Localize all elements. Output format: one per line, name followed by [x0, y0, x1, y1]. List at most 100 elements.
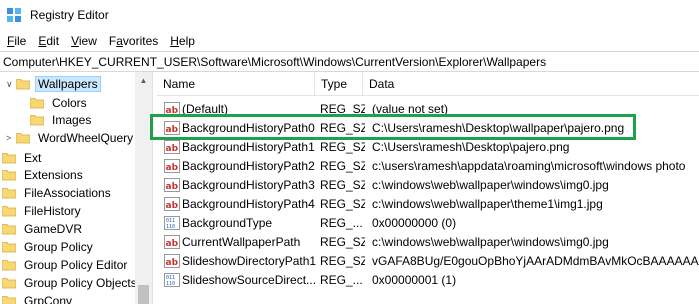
value-name: BackgroundHistoryPath3	[182, 178, 315, 192]
table-row[interactable]: 011 110 BackgroundType REG_... 0x00000000 (0…	[157, 214, 699, 233]
value-name: CurrentWallpaperPath	[182, 235, 301, 249]
value-type: REG_SZ	[320, 235, 365, 249]
tree-item-filehistory[interactable]: FileHistory	[2, 201, 84, 220]
menu-view[interactable]: View	[65, 34, 103, 48]
value-name: BackgroundHistoryPath1	[182, 140, 315, 154]
window-title: Registry Editor	[30, 8, 109, 22]
value-data: 0x00000000 (0)	[372, 216, 457, 230]
folder-icon	[2, 241, 16, 252]
folder-icon	[30, 114, 44, 125]
value-data: c:\windows\web\wallpaper\theme1\img1.jpg	[372, 197, 603, 211]
tree-item-wallpapers[interactable]: Wallpapers	[16, 74, 101, 93]
table-row[interactable]: ab BackgroundHistoryPath3 REG_SZ c:\windows…	[157, 176, 699, 195]
binary-value-icon: 011110	[164, 273, 180, 287]
value-type: REG_SZ	[320, 197, 365, 211]
tree-item-label: GameDVR	[24, 221, 83, 236]
tree-item-label: Group Policy Editor	[24, 257, 128, 272]
value-type: REG_...	[320, 273, 363, 287]
registry-editor-icon	[7, 8, 21, 22]
svg-text:ab: ab	[166, 258, 179, 268]
svg-text:ab: ab	[166, 144, 179, 154]
highlight-annotation	[150, 114, 636, 140]
table-row[interactable]: ab BackgroundHistoryPath2 REG_SZ c:\users\r…	[157, 157, 699, 176]
table-row[interactable]: ab CurrentWallpaperPath REG_SZ c:\windows\w…	[157, 233, 699, 252]
value-data: c:\users\ramesh\appdata\roaming\microsof…	[372, 159, 686, 173]
svg-text:ab: ab	[166, 201, 179, 211]
folder-icon	[16, 132, 30, 143]
folder-icon	[16, 78, 30, 89]
folder-icon	[2, 223, 16, 234]
tree-item-label: Images	[52, 112, 92, 127]
string-value-icon: ab	[164, 254, 180, 268]
tree-item-label: GrpConv	[24, 293, 73, 304]
value-type: REG_SZ	[320, 159, 365, 173]
title-bar: Registry Editor	[0, 0, 699, 31]
column-type[interactable]: Type	[315, 72, 363, 96]
scroll-thumb[interactable]	[138, 285, 149, 304]
value-name: BackgroundType	[182, 216, 273, 230]
folder-icon	[30, 97, 44, 108]
svg-text:110: 110	[166, 224, 175, 230]
menu-bar: File Edit View Favorites Help	[0, 31, 699, 51]
binary-value-icon: 011110	[164, 216, 180, 230]
folder-icon	[2, 277, 16, 288]
folder-icon	[2, 205, 16, 216]
tree-item-label: Extensions	[24, 167, 83, 182]
column-data[interactable]: Data	[363, 72, 699, 96]
folder-icon	[2, 152, 16, 163]
address-bar[interactable]: Computer\HKEY_CURRENT_USER\Software\Micr…	[0, 51, 699, 72]
menu-help[interactable]: Help	[164, 34, 201, 48]
tree-item-gamedvr[interactable]: GameDVR	[2, 219, 85, 238]
folder-icon	[2, 295, 16, 304]
value-data: 0x00000001 (1)	[372, 273, 457, 287]
table-row[interactable]: ab BackgroundHistoryPath4 REG_SZ c:\windows…	[157, 195, 699, 214]
table-row[interactable]: 011 110 SlideshowSourceDirect... REG_... 0x0…	[157, 271, 699, 290]
string-value-icon: ab	[164, 197, 180, 211]
tree-item-label: Wallpapers	[35, 75, 101, 92]
folder-icon	[2, 187, 16, 198]
value-data: c:\windows\web\wallpaper\windows\img0.jp…	[372, 178, 609, 192]
value-type: REG_SZ	[320, 254, 365, 268]
chevron-down-icon[interactable]: ∨	[6, 79, 15, 89]
tree-item-group-policy-editor[interactable]: Group Policy Editor	[2, 255, 130, 274]
string-value-icon: ab	[164, 235, 180, 249]
svg-text:110: 110	[166, 281, 175, 287]
list-header: Name Type Data	[157, 72, 699, 96]
folder-icon	[2, 169, 16, 180]
tree-item-group-policy[interactable]: Group Policy	[2, 237, 96, 256]
tree-item-images[interactable]: Images	[30, 110, 94, 129]
tree-item-label: Group Policy	[24, 239, 93, 254]
table-row[interactable]: ab SlideshowDirectoryPath1 REG_SZ vGAFA8BUg…	[157, 252, 699, 271]
value-type: REG_SZ	[320, 178, 365, 192]
value-name: SlideshowSourceDirect...	[182, 273, 317, 287]
svg-text:ab: ab	[166, 239, 179, 249]
value-data: vGAFA8BUg/E0gouOpBhoYjAArADMdmBAvMkOcBAA…	[372, 254, 699, 268]
string-value-icon: ab	[164, 140, 180, 154]
value-data: C:\Users\ramesh\Desktop\pajero.png	[372, 140, 570, 154]
address-path: Computer\HKEY_CURRENT_USER\Software\Micr…	[3, 54, 547, 69]
svg-text:ab: ab	[166, 163, 179, 173]
tree-item-label: Group Policy Objects	[24, 275, 137, 290]
value-type: REG_SZ	[320, 140, 365, 154]
scroll-up-icon[interactable]: ▲	[135, 72, 152, 89]
menu-edit[interactable]: Edit	[32, 34, 65, 48]
tree-scrollbar[interactable]: ▲	[135, 72, 152, 304]
menu-favorites[interactable]: Favorites	[103, 34, 164, 48]
tree-item-extensions[interactable]: Extensions	[2, 165, 86, 184]
menu-file[interactable]: File	[0, 34, 32, 48]
tree-item-wordwheelquery[interactable]: WordWheelQuery	[16, 128, 136, 147]
tree-item-label: Colors	[52, 95, 87, 110]
chevron-right-icon[interactable]: >	[6, 133, 15, 143]
tree-item-group-policy-objects[interactable]: Group Policy Objects	[2, 273, 140, 292]
table-row[interactable]: ab BackgroundHistoryPath1 REG_SZ C:\Users\r…	[157, 138, 699, 157]
value-name: BackgroundHistoryPath2	[182, 159, 315, 173]
values-list[interactable]: Name Type Data ab (Default) REG_SZ (value n…	[157, 72, 699, 304]
tree-item-grpconv[interactable]: GrpConv	[2, 291, 75, 304]
folder-icon	[2, 259, 16, 270]
tree-item-label: FileHistory	[24, 203, 81, 218]
tree-item-fileassociations[interactable]: FileAssociations	[2, 183, 114, 202]
column-name[interactable]: Name	[157, 72, 315, 96]
key-tree[interactable]: Wallpapers ∨ Colors Images WordWheelQuery > Ex…	[0, 72, 152, 304]
string-value-icon: ab	[164, 159, 180, 173]
tree-item-label: WordWheelQuery	[38, 130, 134, 145]
